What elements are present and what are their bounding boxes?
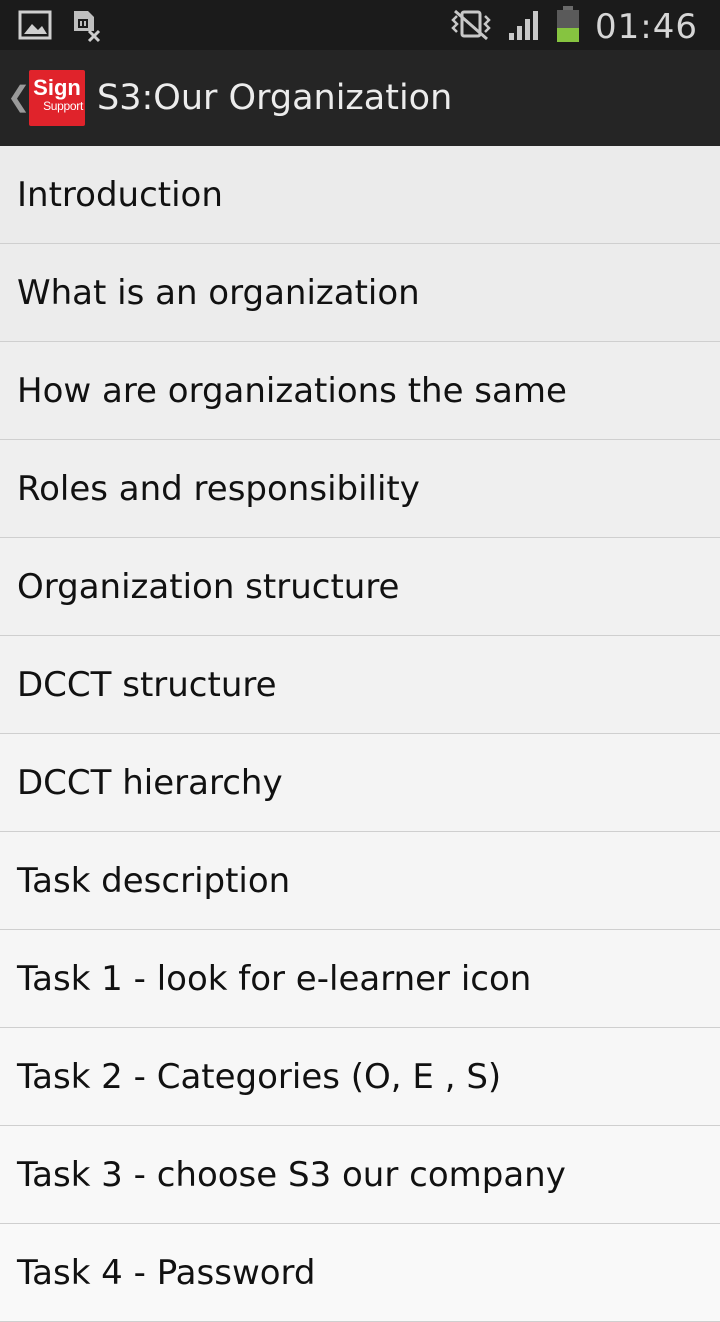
status-bar: 01:46 — [0, 0, 720, 50]
vibrate-icon — [449, 7, 493, 46]
list-item-label: Task 2 - Categories (O, E , S) — [17, 1057, 502, 1097]
list-item-label: Roles and responsibility — [17, 469, 420, 509]
action-bar: ❮ Sign Support S3:Our Organization — [0, 50, 720, 147]
list-item-label: Task 1 - look for e-learner icon — [17, 959, 532, 999]
list-item-task-description[interactable]: Task description — [0, 832, 720, 930]
list-item-dcct-hierarchy[interactable]: DCCT hierarchy — [0, 734, 720, 832]
list-item-dcct-structure[interactable]: DCCT structure — [0, 636, 720, 734]
list-item-task-2[interactable]: Task 2 - Categories (O, E , S) — [0, 1028, 720, 1126]
list-item-roles-and-responsibility[interactable]: Roles and responsibility — [0, 440, 720, 538]
list-item-what-is-an-organization[interactable]: What is an organization — [0, 244, 720, 342]
list-item-introduction[interactable]: Introduction — [0, 146, 720, 244]
battery-icon — [555, 4, 581, 49]
list-item-task-3[interactable]: Task 3 - choose S3 our company — [0, 1126, 720, 1224]
signal-icon — [507, 7, 541, 46]
list-item-label: DCCT hierarchy — [17, 763, 283, 803]
list-item-label: Introduction — [17, 175, 223, 215]
app-logo-line2: Support — [43, 99, 83, 113]
list-item-how-are-organizations-the-same[interactable]: How are organizations the same — [0, 342, 720, 440]
list-item-task-1[interactable]: Task 1 - look for e-learner icon — [0, 930, 720, 1028]
gallery-icon — [18, 9, 52, 48]
page-title: S3:Our Organization — [97, 78, 453, 118]
app-logo[interactable]: Sign Support — [29, 70, 85, 126]
topic-list: Introduction What is an organization How… — [0, 146, 720, 1322]
sim-off-icon — [70, 9, 102, 48]
list-item-label: What is an organization — [17, 273, 420, 313]
list-item-label: How are organizations the same — [17, 371, 567, 411]
list-item-label: Task description — [17, 861, 291, 901]
list-item-task-4[interactable]: Task 4 - Password — [0, 1224, 720, 1322]
list-item-label: DCCT structure — [17, 665, 277, 705]
up-navigation-icon[interactable]: ❮ — [7, 82, 30, 112]
list-item-organization-structure[interactable]: Organization structure — [0, 538, 720, 636]
clock: 01:46 — [595, 6, 698, 47]
list-item-label: Task 4 - Password — [17, 1253, 316, 1293]
list-item-label: Organization structure — [17, 567, 400, 607]
list-item-label: Task 3 - choose S3 our company — [17, 1155, 566, 1195]
app-logo-line1: Sign — [33, 75, 81, 100]
